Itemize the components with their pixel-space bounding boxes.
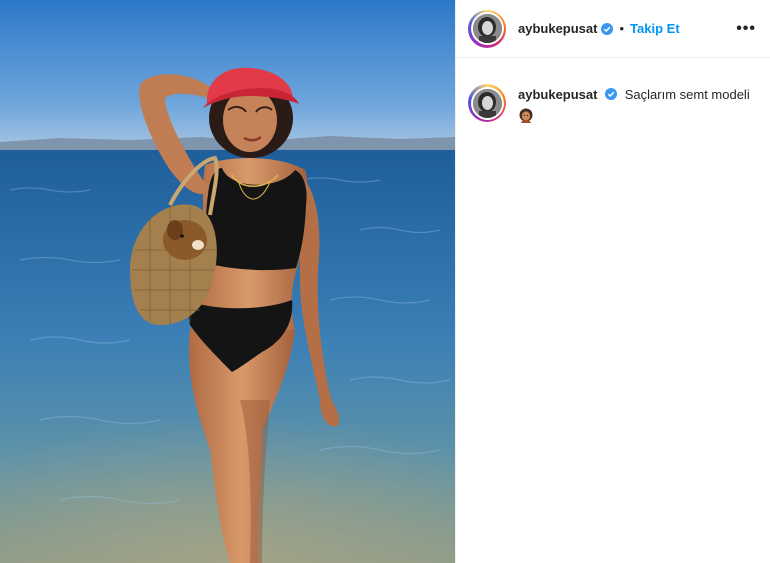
post-side-panel: aybukepusat • Takip Et ••• aybukepusat S… [455, 0, 770, 563]
instagram-post: aybukepusat • Takip Et ••• aybukepusat S… [0, 0, 770, 563]
caption-text: Saçlarım semt modeli [624, 87, 750, 102]
caption-avatar[interactable] [468, 84, 506, 122]
follow-button[interactable]: Takip Et [630, 21, 680, 36]
more-options-icon[interactable]: ••• [736, 20, 756, 38]
verified-badge-icon [605, 88, 618, 100]
avatar[interactable] [468, 9, 506, 48]
post-photo[interactable] [0, 0, 455, 563]
post-header: aybukepusat • Takip Et ••• [456, 0, 770, 58]
woman-haircut-emoji [519, 108, 533, 123]
avatar-image [472, 14, 502, 43]
caption-avatar-frame [470, 86, 504, 120]
caption-avatar-image [472, 88, 502, 118]
username-link[interactable]: aybukepusat [518, 21, 597, 36]
caption-body: aybukepusat Saçlarım semt modeli [518, 81, 750, 124]
separator-dot: • [619, 21, 625, 36]
avatar-frame [470, 12, 504, 45]
caption-comment: aybukepusat Saçlarım semt modeli [456, 58, 770, 124]
verified-badge-icon [601, 22, 614, 35]
caption-username-link[interactable]: aybukepusat [518, 87, 597, 102]
